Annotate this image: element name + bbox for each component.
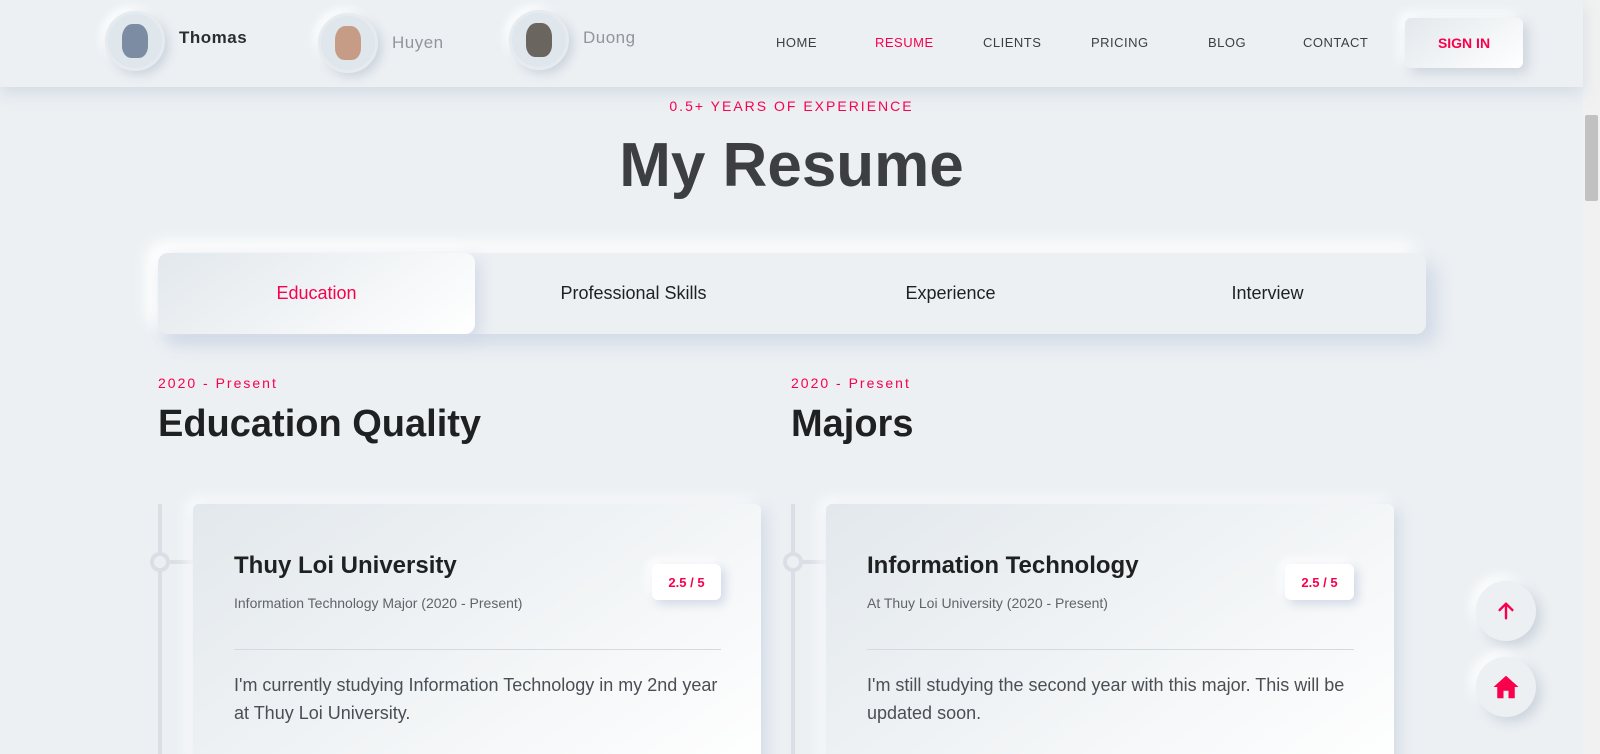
column-period: 2020 - Present xyxy=(791,375,911,391)
majors-column: 2020 - Present Majors Information Techno… xyxy=(783,375,1394,754)
card-description: I'm still studying the second year with … xyxy=(867,675,1345,723)
card-description: I'm currently studying Information Techn… xyxy=(234,675,718,723)
page-scrollbar[interactable] xyxy=(1583,0,1600,754)
scroll-to-top-button[interactable] xyxy=(1476,581,1536,641)
nav-pricing[interactable]: PRICING xyxy=(1091,35,1149,50)
resume-tabs: Education Professional Skills Experience… xyxy=(158,253,1426,334)
card-subtitle: At Thuy Loi University (2020 - Present) xyxy=(867,595,1108,611)
card-subtitle: Information Technology Major (2020 - Pre… xyxy=(234,595,523,611)
column-title: Majors xyxy=(791,403,914,445)
site-header: Thomas Huyen Duong HOME RESUME CLIENTS P… xyxy=(0,0,1583,87)
sign-in-button[interactable]: SIGN IN xyxy=(1405,18,1523,68)
resume-card: Thuy Loi University Information Technolo… xyxy=(193,504,761,754)
nav-blog[interactable]: BLOG xyxy=(1208,35,1246,50)
nav-home[interactable]: HOME xyxy=(776,35,817,50)
tab-interview[interactable]: Interview xyxy=(1109,253,1426,334)
page-title: My Resume xyxy=(619,131,964,200)
rating-badge: 2.5 / 5 xyxy=(652,564,721,600)
timeline-line xyxy=(158,504,162,754)
divider xyxy=(234,649,721,650)
arrow-up-icon xyxy=(1498,602,1514,620)
tab-professional-skills[interactable]: Professional Skills xyxy=(475,253,792,334)
tab-education[interactable]: Education xyxy=(158,253,475,334)
column-period: 2020 - Present xyxy=(158,375,278,391)
education-quality-column: 2020 - Present Education Quality Thuy Lo… xyxy=(150,375,761,754)
timeline-line xyxy=(791,504,795,754)
rating-badge: 2.5 / 5 xyxy=(1285,564,1354,600)
resume-card: Information Technology At Thuy Loi Unive… xyxy=(826,504,1394,754)
timeline-dot xyxy=(783,552,803,572)
nav-clients[interactable]: CLIENTS xyxy=(983,35,1041,50)
scrollbar-thumb[interactable] xyxy=(1585,115,1598,201)
main-nav: HOME RESUME CLIENTS PRICING BLOG CONTACT xyxy=(0,35,1583,55)
home-icon xyxy=(1493,675,1519,699)
timeline-dot xyxy=(150,552,170,572)
column-title: Education Quality xyxy=(158,403,482,445)
card-title: Thuy Loi University xyxy=(234,552,457,579)
nav-contact[interactable]: CONTACT xyxy=(1303,35,1368,50)
card-title: Information Technology xyxy=(867,552,1139,579)
tab-experience[interactable]: Experience xyxy=(792,253,1109,334)
home-button[interactable] xyxy=(1476,657,1536,717)
nav-resume[interactable]: RESUME xyxy=(875,35,934,50)
section-subtitle: 0.5+ YEARS OF EXPERIENCE xyxy=(669,98,914,114)
divider xyxy=(867,649,1354,650)
